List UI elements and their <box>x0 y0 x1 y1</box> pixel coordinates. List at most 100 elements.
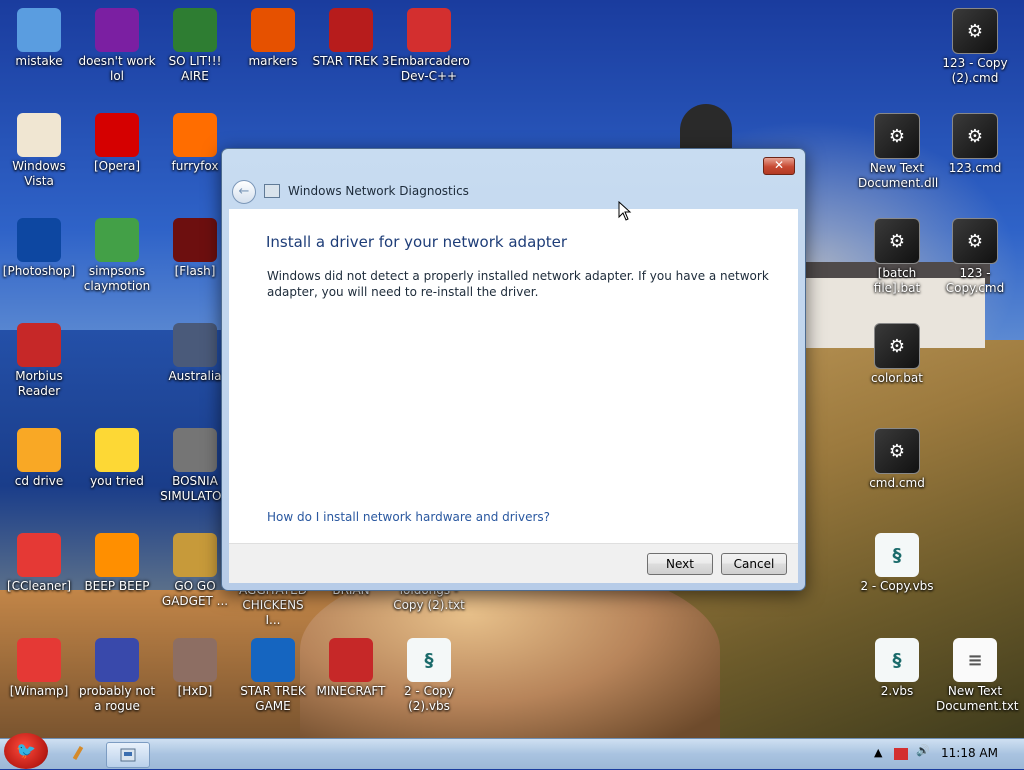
desktop-icon[interactable]: simpsons claymotion <box>78 218 156 294</box>
egg-icon <box>17 113 61 157</box>
desktop-icon-label: [CCleaner] <box>6 579 72 593</box>
flash-icon <box>173 218 217 262</box>
desktop-icon[interactable]: § 2 - Copy (2).vbs <box>390 638 468 714</box>
acrobat-icon <box>17 323 61 367</box>
star-icon <box>95 428 139 472</box>
desktop-icon[interactable]: SO LIT!!! AIRE <box>156 8 234 84</box>
desktop-icon[interactable]: markers <box>234 8 312 69</box>
hxd-icon <box>173 638 217 682</box>
desktop-icon[interactable]: ⚙ [batch file].bat <box>858 218 936 296</box>
start-button[interactable]: 🐦 <box>4 733 48 769</box>
network-diagnostics-taskbar-icon <box>120 748 136 762</box>
clock[interactable]: 11:18 AM <box>941 746 998 760</box>
network-diagnostics-dialog: ✕ ← Windows Network Diagnostics Install … <box>221 148 806 591</box>
dialog-titlebar: ← Windows Network Diagnostics <box>230 179 796 207</box>
script-icon: § <box>875 533 919 577</box>
desktop-icon-label: 123 - Copy.cmd <box>945 266 1005 295</box>
star-wars-icon <box>329 8 373 52</box>
cmd-icon: ⚙ <box>952 113 998 159</box>
script-icon: § <box>875 638 919 682</box>
desktop-icon[interactable]: BEEP BEEP <box>78 533 156 594</box>
desktop-icon-label: markers <box>248 54 298 68</box>
desktop-icon[interactable]: § 2.vbs <box>858 638 936 699</box>
vlc-icon <box>95 533 139 577</box>
photoshop-icon <box>17 218 61 262</box>
spider-icon <box>173 323 217 367</box>
desktop-icon[interactable]: STAR TREK 3 <box>312 8 390 69</box>
close-button[interactable]: ✕ <box>763 157 795 175</box>
desktop-icon-label: SO LIT!!! AIRE <box>168 54 222 83</box>
desktop-icon[interactable]: Embarcadero Dev-C++ <box>390 8 470 84</box>
dialog-heading: Install a driver for your network adapte… <box>266 233 568 251</box>
desktop-icon[interactable]: ⚙ color.bat <box>858 323 936 386</box>
desktop-icon[interactable]: cd drive <box>0 428 78 489</box>
desktop-icon-label: cd drive <box>14 474 64 488</box>
desktop-icon-label: probably not a rogue <box>78 684 156 713</box>
cmd-icon: ⚙ <box>874 218 920 264</box>
desktop-icon[interactable]: [Opera] <box>78 113 156 174</box>
network-error-icon[interactable] <box>894 748 908 760</box>
volume-icon[interactable]: 🔊 <box>916 744 930 757</box>
script-icon: § <box>407 638 451 682</box>
desktop-icon[interactable]: ≡ New Text Document.txt <box>936 638 1019 714</box>
cancel-button[interactable]: Cancel <box>721 553 787 575</box>
cd-icon <box>17 428 61 472</box>
help-link[interactable]: How do I install network hardware and dr… <box>267 510 550 524</box>
desktop-icon[interactable]: Morbius Reader <box>0 323 78 399</box>
taskbar-pinned-paint[interactable] <box>64 742 98 766</box>
dialog-body-text: Windows did not detect a properly instal… <box>267 269 769 299</box>
desktop-icon-label: [Opera] <box>93 159 141 173</box>
desktop-icon-label: you tried <box>90 474 144 488</box>
show-hidden-icons-button[interactable]: ▲ <box>874 746 882 759</box>
back-button[interactable]: ← <box>232 180 256 204</box>
desktop-icon-label: MINECRAFT <box>316 684 386 698</box>
taskbar-network-diagnostics[interactable] <box>106 742 150 768</box>
desktop-icon[interactable]: § 2 - Copy.vbs <box>858 533 936 594</box>
desktop-icon[interactable]: [CCleaner] <box>0 533 78 594</box>
desktop-icon-label: STAR TREK 3 <box>312 54 390 68</box>
desktop-icon[interactable]: probably not a rogue <box>78 638 156 714</box>
dialog-content: Install a driver for your network adapte… <box>229 209 798 543</box>
desktop-icon-label: Windows Vista <box>12 159 66 188</box>
opera-icon <box>95 113 139 157</box>
devcpp-icon <box>407 8 451 52</box>
monitor-icon <box>17 8 61 52</box>
desktop-icon[interactable]: ⚙ 123.cmd <box>936 113 1014 176</box>
desktop-icon[interactable]: [HxD] <box>156 638 234 699</box>
desktop-icon-label: [HxD] <box>177 684 213 698</box>
desktop-icon[interactable]: ⚙ cmd.cmd <box>858 428 936 491</box>
desktop-icon-label: [Winamp] <box>9 684 69 698</box>
desktop-icon[interactable]: ⚙ New Text Document.dll <box>858 113 939 191</box>
desktop-icon[interactable]: ⚙ 123 - Copy (2).cmd <box>936 8 1014 86</box>
desktop-icon-label: New Text Document.dll <box>858 161 939 190</box>
desktop-icon-label: BEEP BEEP <box>84 579 150 593</box>
cmd-icon: ⚙ <box>952 8 998 54</box>
network-diagnostics-icon <box>264 184 280 198</box>
dialog-title: Windows Network Diagnostics <box>288 184 469 198</box>
desktop-icon[interactable]: STAR TREK GAME <box>234 638 312 714</box>
desktop-icon[interactable]: mistake <box>0 8 78 69</box>
desktop-icon[interactable]: Windows Vista <box>0 113 78 189</box>
cmd-icon: ⚙ <box>874 428 920 474</box>
folder-icon <box>173 533 217 577</box>
winamp-icon <box>17 638 61 682</box>
game-icon <box>251 638 295 682</box>
mouse-cursor-icon <box>618 201 632 221</box>
desktop-icon[interactable]: MINECRAFT <box>312 638 390 699</box>
firefox-icon <box>173 113 217 157</box>
next-button[interactable]: Next <box>647 553 713 575</box>
desktop-icon-label: STAR TREK GAME <box>240 684 306 713</box>
desktop-icon[interactable]: doesn't work lol <box>78 8 156 84</box>
desktop-icon[interactable]: [Winamp] <box>0 638 78 699</box>
desktop-icon-label: 2 - Copy.vbs <box>860 579 934 593</box>
desktop-icon[interactable]: [Photoshop] <box>0 218 78 279</box>
desktop-icon-label: New Text Document.txt <box>936 684 1019 713</box>
desktop-icon[interactable]: you tried <box>78 428 156 489</box>
desktop-icon-label: Embarcadero Dev-C++ <box>390 54 470 83</box>
dialog-footer: Next Cancel <box>229 543 798 583</box>
cmd-icon: ⚙ <box>952 218 998 264</box>
minecraft-icon <box>329 638 373 682</box>
desktop-icon-label: 2.vbs <box>880 684 914 698</box>
desktop-icon-label: doesn't work lol <box>78 54 156 83</box>
desktop-icon[interactable]: ⚙ 123 - Copy.cmd <box>936 218 1014 296</box>
